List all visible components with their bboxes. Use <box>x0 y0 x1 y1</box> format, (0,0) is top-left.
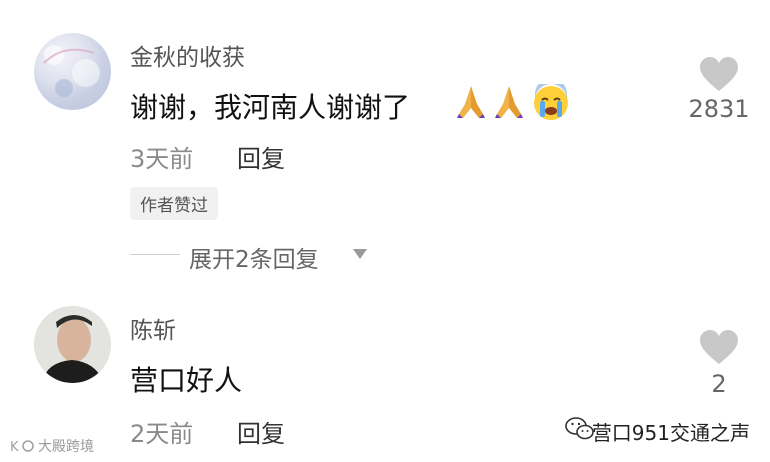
crying-face-icon <box>534 84 568 120</box>
comment-username[interactable]: 金秋的收获 <box>130 38 245 72</box>
folded-hands-icon <box>457 86 485 118</box>
author-liked-badge: 作者赞过 <box>130 187 218 220</box>
comment-text: 营口好人 <box>130 364 243 397</box>
chevron-down-icon[interactable] <box>352 248 368 260</box>
avatar[interactable] <box>34 306 111 383</box>
reply-button[interactable]: 回复 <box>237 139 285 174</box>
watermark-left: 大殿跨境 <box>38 439 94 455</box>
comment-username[interactable]: 陈斩 <box>130 311 176 345</box>
like-count: 2 <box>711 370 727 398</box>
watermark-logo-icon: K <box>10 440 34 455</box>
heart-icon[interactable] <box>698 328 740 366</box>
reply-button[interactable]: 回复 <box>237 414 285 449</box>
comment-text: 谢谢，我河南人谢谢了 <box>130 91 411 124</box>
wechat-icon <box>565 417 594 440</box>
watermark-right: 营口951交通之声 <box>591 421 750 445</box>
like-count: 2831 <box>688 95 750 123</box>
avatar[interactable] <box>34 33 111 110</box>
expand-replies-button[interactable]: 展开2条回复 <box>189 240 319 274</box>
avatar-image <box>43 45 100 97</box>
heart-icon[interactable] <box>698 55 740 93</box>
svg-text:K: K <box>10 440 19 455</box>
comment-time: 2天前 <box>130 420 194 448</box>
avatar-image <box>34 306 111 383</box>
expand-divider <box>130 254 180 255</box>
comment-time: 3天前 <box>130 145 194 173</box>
folded-hands-icon <box>495 86 523 118</box>
